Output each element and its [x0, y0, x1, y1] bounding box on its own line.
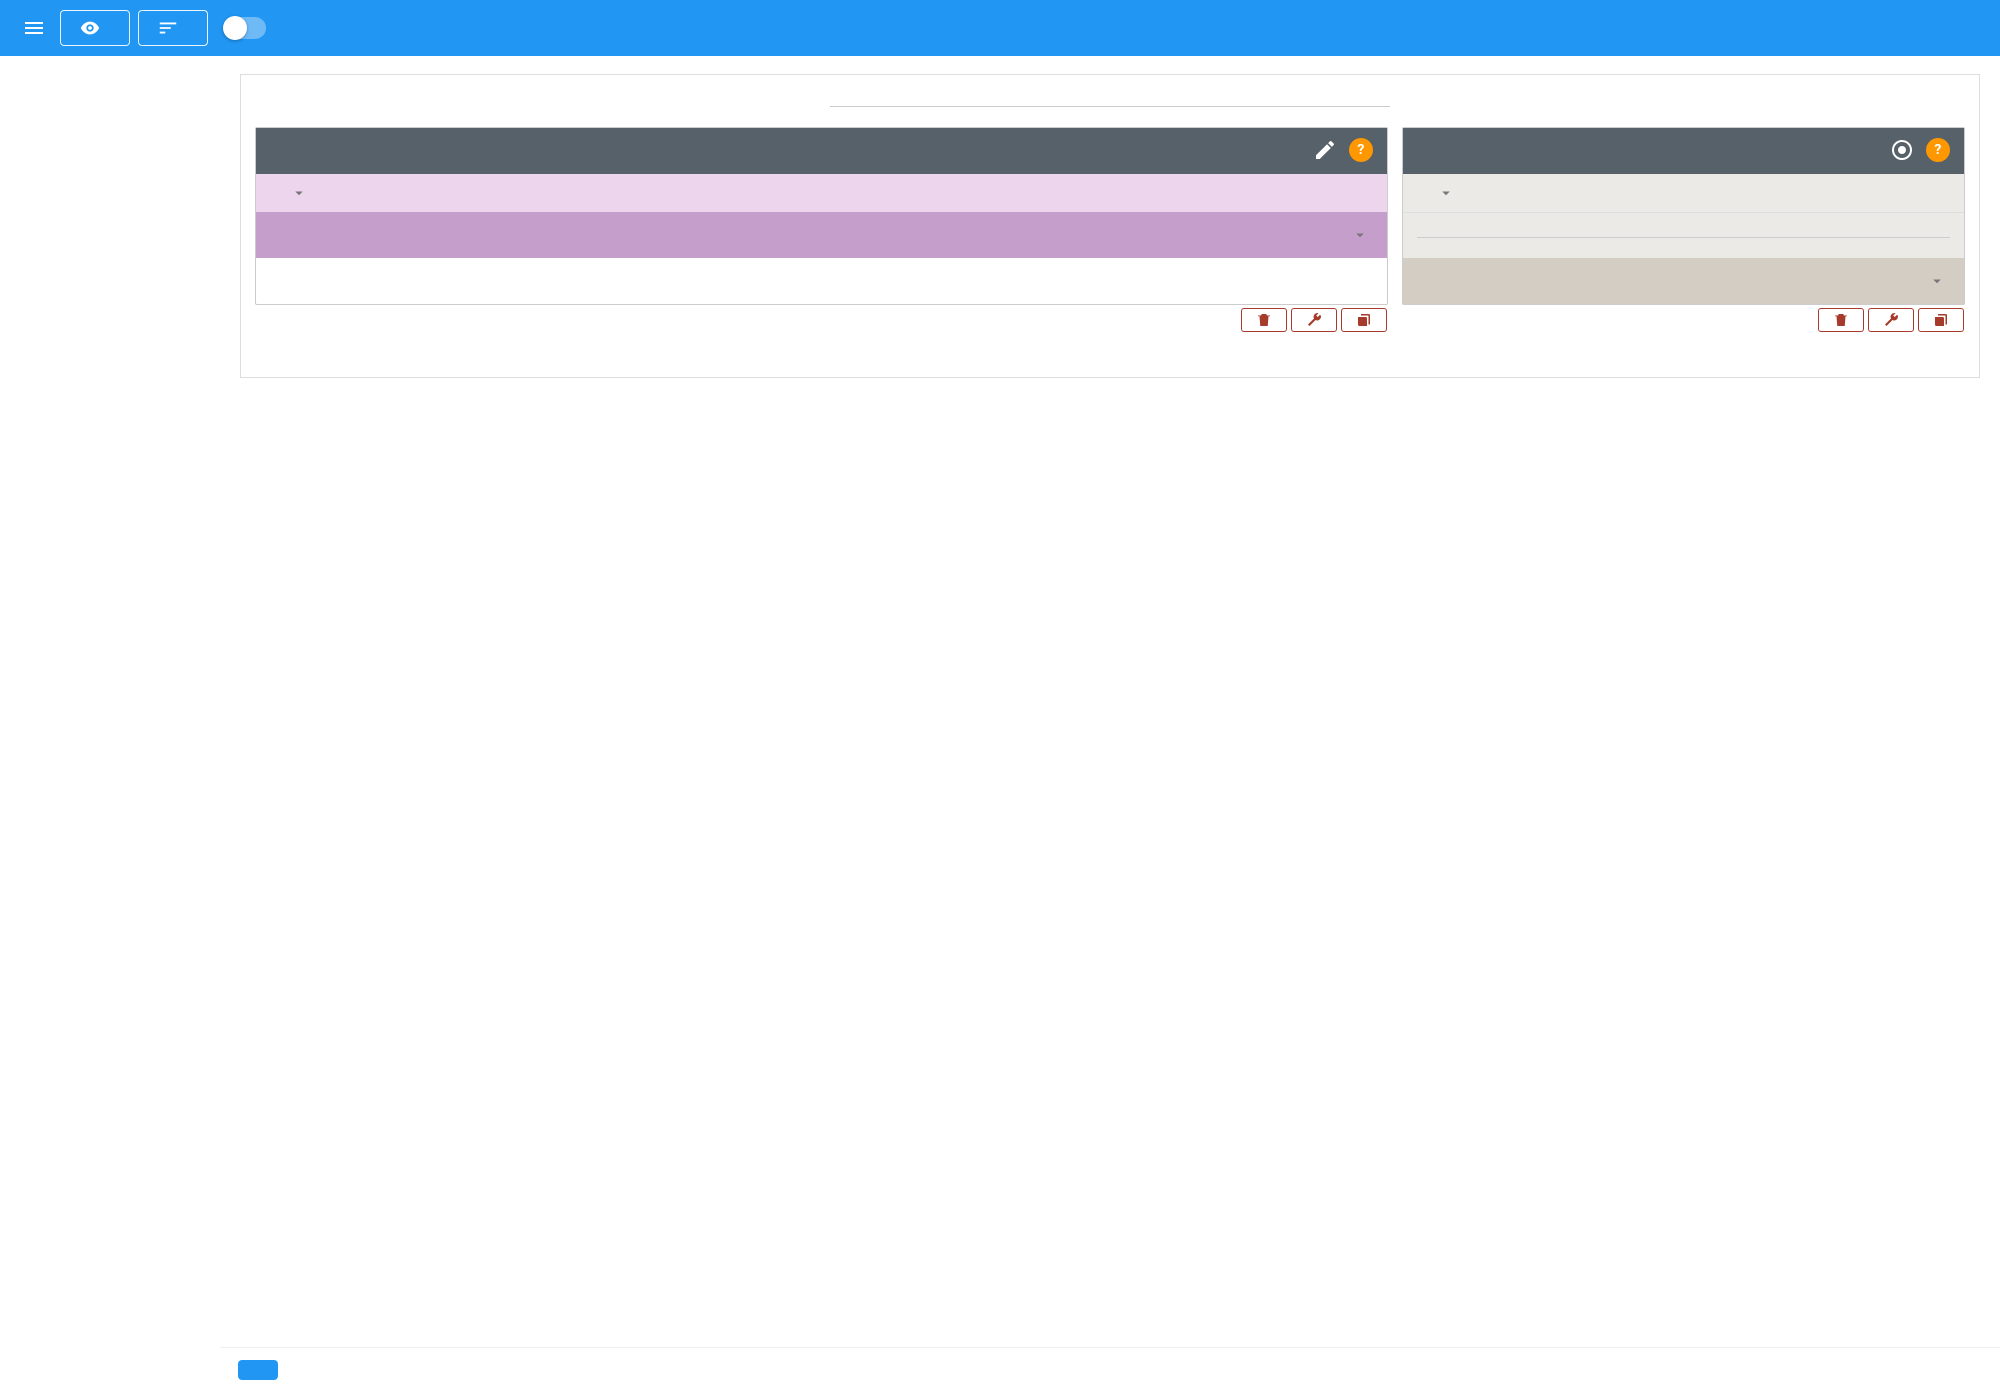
sort-button[interactable]	[138, 10, 208, 46]
card-actions	[1241, 304, 1387, 332]
ignore-width-toggle[interactable]	[224, 17, 266, 39]
card-field-select[interactable]: ?	[1402, 127, 1965, 305]
main-canvas: ?	[220, 56, 2000, 1390]
sort-icon	[157, 17, 179, 39]
width-select[interactable]	[1417, 184, 1527, 202]
chevron-down-icon	[1928, 272, 1946, 290]
card-field-text[interactable]: ?	[255, 127, 1388, 305]
copy-button[interactable]	[1918, 308, 1964, 332]
chevron-down-icon	[1437, 184, 1455, 202]
sidebar	[0, 56, 220, 1390]
delete-button[interactable]	[1241, 308, 1287, 332]
advanced-row[interactable]	[256, 212, 1387, 258]
preview-button[interactable]	[60, 10, 130, 46]
pencil-icon	[1311, 136, 1339, 164]
eye-icon	[79, 17, 101, 39]
menu-icon	[22, 16, 46, 40]
menu-button[interactable]	[16, 10, 52, 46]
advanced-row[interactable]	[1403, 258, 1964, 304]
options-block[interactable]	[1403, 212, 1964, 258]
help-icon[interactable]: ?	[1349, 138, 1373, 162]
radio-icon	[1888, 136, 1916, 164]
card-actions	[1818, 304, 1964, 332]
help-icon[interactable]: ?	[1926, 138, 1950, 162]
app-header	[0, 0, 2000, 56]
footer-bar	[220, 1347, 2000, 1390]
chevron-down-icon	[1351, 226, 1369, 244]
template-name-value[interactable]	[830, 98, 1390, 107]
settings-button[interactable]	[1291, 308, 1337, 332]
width-select[interactable]	[270, 184, 380, 202]
copy-button[interactable]	[1341, 308, 1387, 332]
close-button[interactable]	[238, 1360, 278, 1380]
delete-button[interactable]	[1818, 308, 1864, 332]
settings-button[interactable]	[1868, 308, 1914, 332]
chevron-down-icon	[290, 184, 308, 202]
